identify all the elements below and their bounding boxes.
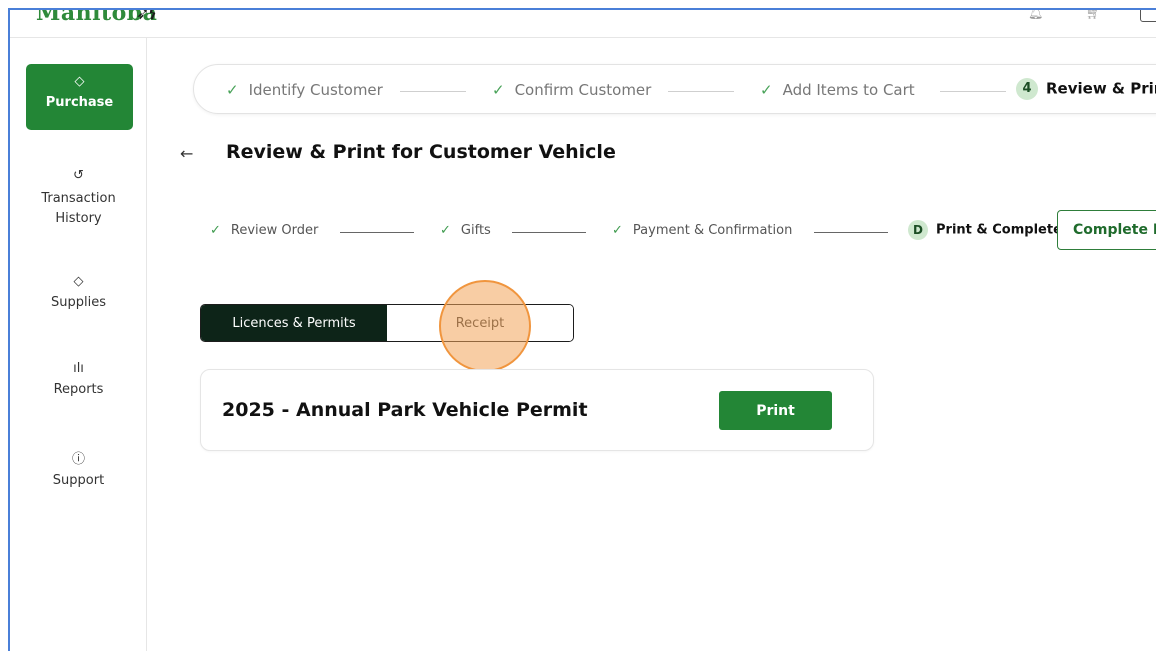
permit-title: 2025 - Annual Park Vehicle Permit (222, 399, 588, 421)
substep-connector (340, 232, 414, 233)
step-connector (668, 91, 734, 92)
sidebar-item-label: Purchase (45, 95, 114, 110)
substep-payment-confirmation[interactable]: ✓ Payment & Confirmation (612, 223, 792, 238)
sidebar-item-supplies[interactable]: ◇ Supplies (10, 274, 147, 310)
substep-label: Review Order (230, 223, 319, 238)
logo-bird-icon: ➶ነ (136, 8, 156, 23)
check-icon: ✓ (612, 223, 623, 238)
step-label: Confirm Customer (514, 81, 652, 99)
substep-label: Payment & Confirmation (632, 223, 793, 238)
tag-icon: ◇ (74, 74, 85, 89)
page-title: Review & Print for Customer Vehicle (226, 141, 616, 163)
substep-number-badge: D (908, 220, 928, 240)
step-connector (940, 91, 1006, 92)
check-icon: ✓ (210, 223, 221, 238)
sidebar: ◇ Purchase ↺ Transaction History ◇ Suppl… (10, 38, 147, 651)
substep-gifts[interactable]: ✓ Gifts (440, 223, 491, 238)
substep-label: Print & Complete (936, 222, 1062, 238)
substep-connector (814, 232, 888, 233)
back-arrow-icon[interactable]: ← (180, 144, 193, 163)
tab-licences-permits[interactable]: Licences & Permits (201, 305, 387, 341)
check-icon: ✓ (440, 223, 451, 238)
sidebar-item-label: Support (52, 473, 105, 488)
document-type-toggle: Licences & Permits Receipt (200, 304, 574, 342)
sidebar-item-label: Reports (53, 382, 104, 397)
substep-review-order[interactable]: ✓ Review Order (210, 223, 318, 238)
help-circle-icon: ⓘ (71, 452, 85, 467)
history-icon: ↺ (73, 168, 84, 183)
sidebar-item-transaction-history[interactable]: ↺ Transaction History (10, 168, 147, 229)
bell-icon[interactable]: 🔔︎ (1028, 10, 1043, 20)
sidebar-item-label: Transaction History (41, 191, 116, 226)
top-bar: Manitoba ➶ነ 🔔︎ 🛒︎ (10, 10, 1156, 38)
step-label: Review & Print (1046, 79, 1156, 98)
permit-card: 2025 - Annual Park Vehicle Permit Print (200, 369, 874, 451)
print-button[interactable]: Print (719, 391, 832, 430)
step-add-items[interactable]: ✓ Add Items to Cart (760, 81, 915, 99)
bar-chart-icon: ılı (73, 361, 84, 376)
substep-connector (512, 232, 586, 233)
cart-icon[interactable]: 🛒︎ (1086, 10, 1101, 20)
check-icon: ✓ (226, 81, 239, 99)
step-review-print: 4 Review & Print (1016, 78, 1156, 100)
step-confirm-customer[interactable]: ✓ Confirm Customer (492, 81, 651, 99)
check-icon: ✓ (760, 81, 773, 99)
complete-purchase-button[interactable]: Complete P (1057, 210, 1156, 250)
check-icon: ✓ (492, 81, 505, 99)
step-identify-customer[interactable]: ✓ Identify Customer (226, 81, 383, 99)
substep-print-complete: D Print & Complete (908, 220, 1062, 240)
sidebar-item-purchase[interactable]: ◇ Purchase (26, 64, 133, 130)
step-label: Identify Customer (248, 81, 383, 99)
tab-receipt[interactable]: Receipt (387, 305, 573, 341)
sidebar-item-support[interactable]: ⓘ Support (10, 448, 147, 488)
profile-button[interactable] (1140, 10, 1156, 22)
step-label: Add Items to Cart (782, 81, 915, 99)
tag-outline-icon: ◇ (73, 274, 84, 289)
step-number-badge: 4 (1016, 78, 1038, 100)
sidebar-item-reports[interactable]: ılı Reports (10, 361, 147, 397)
checkout-stepper: ✓ Identify Customer ✓ Confirm Customer ✓ Ad… (193, 64, 1156, 114)
substep-label: Gifts (460, 223, 491, 238)
step-connector (400, 91, 466, 92)
sidebar-item-label: Supplies (51, 295, 106, 310)
app-window: Manitoba ➶ነ 🔔︎ 🛒︎ ◇ Purchase ↺ Transacti… (8, 8, 1156, 651)
